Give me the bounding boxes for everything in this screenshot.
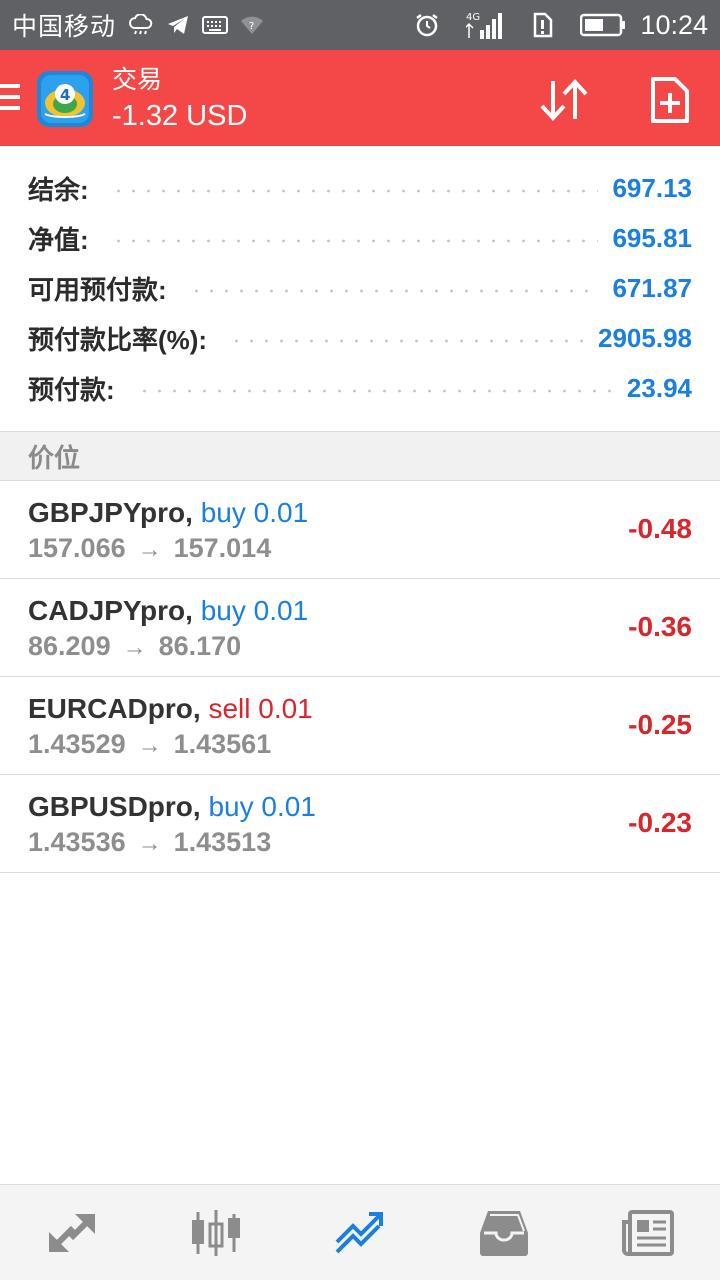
position-profit: -0.23 [628,807,692,838]
equity-value: 695.81 [612,222,692,253]
menu-icon[interactable] [0,84,20,114]
position-side: buy 0.01 [200,595,309,626]
dotted-leader [136,389,613,393]
sort-button[interactable] [538,74,590,126]
margin-label: 预付款: [28,374,115,405]
position-symbol: EURCADpro [28,693,193,724]
current-price: 86.170 [158,631,242,661]
arrow-right-icon: → [137,732,162,759]
metatrader-logo-icon[interactable]: 4 [36,70,94,128]
carrier-name: 中国移动 [12,13,117,41]
equity-row: 净值: 695.81 [28,213,692,263]
candlestick-chart-icon [192,1209,240,1256]
quotes-arrows-icon [49,1213,95,1252]
sim-alert-icon [530,12,554,38]
svg-text:?: ? [249,21,254,32]
keyboard-icon [202,16,229,34]
battery-icon [580,13,626,37]
position-row[interactable]: EURCADpro, sell 0.01 1.43529 → 1.43561 -0.… [0,677,720,775]
positions-header-label: 价位 [28,442,81,473]
svg-text:4G: 4G [466,12,480,23]
sort-arrows-icon [540,79,588,121]
dotted-leader [110,189,599,193]
margin-level-label: 预付款比率(%): [28,324,208,355]
position-row[interactable]: GBPUSDpro, buy 0.01 1.43536 → 1.43513 -0.2… [0,775,720,873]
position-side: buy 0.01 [208,791,316,822]
current-price: 1.43561 [173,729,272,759]
telegram-icon [166,14,190,36]
positions-header: 价位 [0,431,720,481]
nav-news[interactable] [608,1193,688,1273]
equity-label: 净值: [28,224,89,255]
open-price: 1.43529 [28,729,126,759]
signal-4g-icon: 4G [466,10,504,40]
dotted-leader [110,239,599,243]
nav-chart[interactable] [176,1193,256,1273]
position-symbol: CADJPYpro [28,595,186,626]
free-margin-value: 671.87 [612,272,692,303]
arrow-right-icon: → [137,536,162,563]
position-profit: -0.36 [628,611,692,642]
balance-value: 697.13 [612,172,692,203]
position-row[interactable]: GBPJPYpro, buy 0.01 157.066 → 157.014 -0.4… [0,481,720,579]
alarm-icon [414,12,440,38]
position-profit: -0.25 [628,709,692,740]
new-document-icon [651,77,689,123]
app-bar: 4 交易 -1.32 USD [0,50,720,146]
arrow-right-icon: → [137,830,162,857]
total-profit: -1.32 USD [112,100,248,132]
arrow-right-icon: → [122,634,147,661]
position-side: sell 0.01 [208,693,313,724]
margin-level-row: 预付款比率(%): 2905.98 [28,313,692,363]
position-profit: -0.48 [628,513,692,544]
position-symbol: GBPJPYpro [28,497,186,528]
dotted-leader [188,289,599,293]
clock: 10:24 [640,9,708,40]
trade-icon [335,1211,383,1253]
status-bar: 中国移动 ? 4G 10:24 [0,0,720,50]
nav-trade[interactable] [320,1193,400,1273]
open-price: 86.209 [28,631,111,661]
new-order-button[interactable] [644,74,696,126]
bottom-navigation [0,1184,720,1280]
balance-label: 结余: [28,174,89,205]
wifi-question-icon: ? [240,15,264,35]
weather-icon [128,14,154,36]
news-icon [622,1209,674,1256]
free-margin-row: 可用预付款: 671.87 [28,263,692,313]
free-margin-label: 可用预付款: [28,274,167,305]
position-row[interactable]: CADJPYpro, buy 0.01 86.209 → 86.170 -0.36 [0,579,720,677]
svg-text:4: 4 [60,86,70,104]
inbox-icon [480,1210,528,1256]
dotted-leader [229,339,585,343]
page-title: 交易 [112,66,163,94]
margin-row: 预付款: 23.94 [28,363,692,413]
nav-history[interactable] [464,1193,544,1273]
current-price: 1.43513 [173,827,272,857]
current-price: 157.014 [173,533,272,563]
position-symbol: GBPUSDpro [28,791,193,822]
open-price: 157.066 [28,533,126,563]
margin-value: 23.94 [626,372,692,403]
nav-quotes[interactable] [32,1193,112,1273]
account-summary: 结余: 697.13 净值: 695.81 可用预付款: 671.87 预付款比… [0,146,720,431]
position-side: buy 0.01 [200,497,309,528]
balance-row: 结余: 697.13 [28,163,692,213]
open-price: 1.43536 [28,827,126,857]
margin-level-value: 2905.98 [598,322,692,353]
